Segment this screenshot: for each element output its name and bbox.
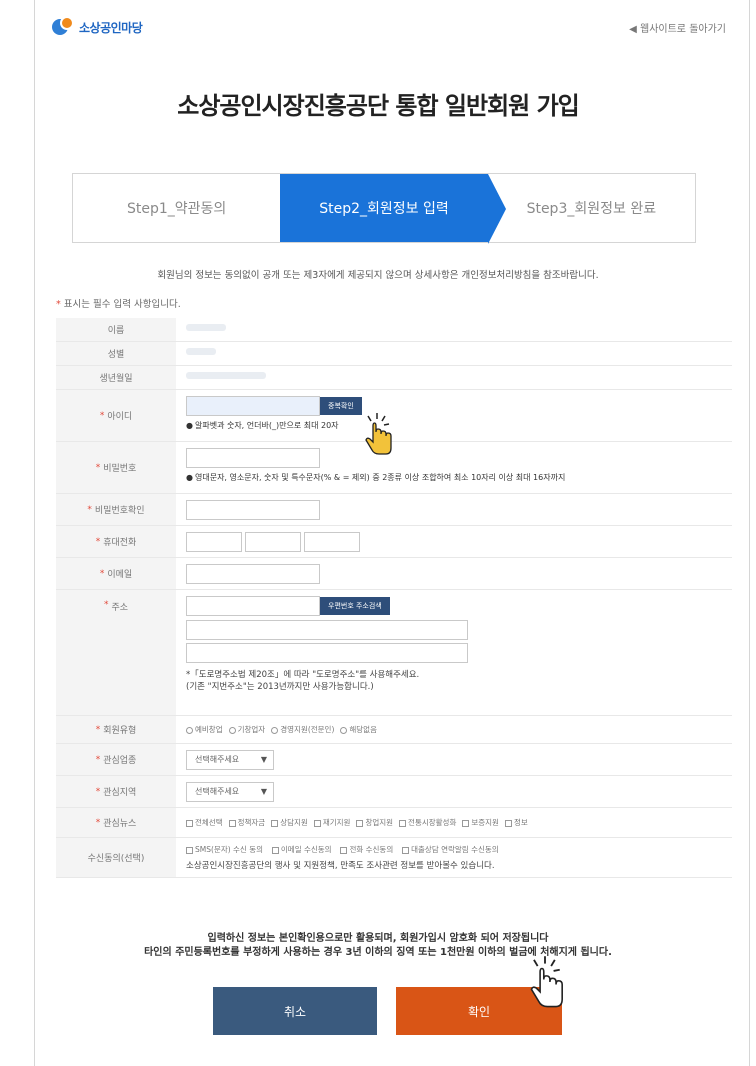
password-confirm-input[interactable] (186, 500, 320, 520)
password-input[interactable] (186, 448, 320, 468)
row-gender: 성별 (56, 342, 732, 366)
interest-news-option[interactable]: 창업지원 (356, 817, 393, 828)
postcode-input[interactable] (186, 596, 320, 616)
phone-label: * 휴대전화 (56, 526, 176, 557)
address-label: * 주소 (56, 590, 176, 715)
interest-news-option[interactable]: 상담지원 (271, 817, 308, 828)
id-label: * 아이디 (56, 390, 176, 441)
birth-label: 생년월일 (56, 366, 176, 389)
page-title: 소상공인시장진흥공단 통합 일반회원 가입 (177, 92, 580, 120)
phone-input-3[interactable] (303, 532, 360, 552)
row-id: * 아이디 중복확인 ● 알파벳과 숫자, 언더바(_)만으로 최대 20자 (56, 390, 732, 442)
member-type-option[interactable]: 기창업자 (228, 724, 265, 735)
row-password-confirm: * 비밀번호확인 (56, 494, 732, 526)
consent-option[interactable]: 전화 수신동의 (340, 844, 393, 855)
cancel-button[interactable]: 취소 (213, 987, 377, 1035)
gender-value (186, 348, 216, 355)
step-complete: Step3_회원정보 완료 (526, 201, 657, 217)
row-interest-field: * 관심업종 선택해주세요 ▼ (56, 744, 732, 776)
row-birth: 생년월일 (56, 366, 732, 390)
phone-input-1[interactable] (186, 532, 242, 552)
interest-news-option[interactable]: 정보 (504, 817, 528, 828)
member-type-option[interactable]: 해당없음 (340, 724, 377, 735)
member-type-option[interactable]: 경영지원(전문인) (271, 724, 334, 735)
interest-field-label: * 관심업종 (56, 744, 176, 775)
logo-text: 소상공인마당 (79, 20, 143, 35)
bottom-notice: 입력하신 정보는 본인확인용으로만 활용되며, 회원가입시 암호화 되어 저장됩… (144, 933, 612, 958)
signup-form: 이름 성별 생년월일 * 아이디 중복확인 ● 알파벳과 숫자, 언더바(_)만으로… (56, 318, 732, 878)
interest-region-select[interactable]: 선택해주세요 ▼ (186, 782, 274, 802)
email-label: * 이메일 (56, 558, 176, 589)
logo-icon (52, 16, 74, 38)
password-label: * 비밀번호 (56, 442, 176, 493)
interest-region-label: * 관심지역 (56, 776, 176, 807)
gender-label: 성별 (56, 342, 176, 365)
address-input-1[interactable] (186, 620, 468, 640)
password-hint: ● 영대문자, 영소문자, 숫자 및 특수문자(% & = 제외) 중 2종류 이… (186, 473, 566, 482)
privacy-notice: 회원님의 정보는 동의없이 공개 또는 제3자에게 제공되지 않으며 상세사항은… (157, 270, 599, 281)
interest-news-option[interactable]: 전통시장활성화 (399, 817, 456, 828)
chevron-down-icon: ▼ (260, 787, 267, 796)
member-type-option[interactable]: 예비창업 (186, 724, 223, 735)
phone-input-2[interactable] (244, 532, 301, 552)
address-input-2[interactable] (186, 643, 468, 663)
id-input[interactable] (186, 396, 320, 416)
password-confirm-label: * 비밀번호확인 (56, 494, 176, 525)
consent-option[interactable]: SMS(문자) 수신 동의 (186, 844, 263, 855)
address-note: *「도로명주소법 제20조」에 따라 "도로명주소"를 사용해주세요. (기존 … (186, 670, 420, 692)
step-terms: Step1_약관동의 (127, 201, 227, 217)
interest-news-option[interactable]: 정책자금 (228, 817, 265, 828)
name-label: 이름 (56, 318, 176, 341)
email-input[interactable] (186, 564, 320, 584)
member-type-label: * 회원유형 (56, 716, 176, 743)
address-search-button[interactable]: 우편번호 주소검색 (320, 597, 390, 615)
interest-news-label: * 관심뉴스 (56, 808, 176, 837)
consent-label: 수신동의(선택) (56, 838, 176, 877)
consent-option[interactable]: 이메일 수신동의 (271, 844, 332, 855)
row-member-type: * 회원유형 예비창업 기창업자 경영지원(전문인) 해당없음 (56, 716, 732, 744)
site-logo[interactable]: 소상공인마당 (52, 16, 143, 38)
birth-value (186, 372, 266, 379)
interest-field-select[interactable]: 선택해주세요 ▼ (186, 750, 274, 770)
signup-steps: Step1_약관동의 Step2_회원정보 입력 Step3_회원정보 완료 (72, 173, 696, 244)
name-value (186, 324, 226, 331)
row-interest-news: * 관심뉴스 전체선택 정책자금 상담지원 재기지원 창업지원 전통시장활성화 보… (56, 808, 732, 838)
row-phone: * 휴대전화 (56, 526, 732, 558)
hand-cursor-icon (530, 956, 563, 1008)
row-address: * 주소 우편번호 주소검색 *「도로명주소법 제20조」에 따라 "도로명주소"… (56, 590, 732, 716)
id-check-button[interactable]: 중복확인 (320, 397, 362, 415)
interest-news-option[interactable]: 보증지원 (462, 817, 499, 828)
interest-news-option[interactable]: 재기지원 (313, 817, 350, 828)
row-name: 이름 (56, 318, 732, 342)
required-note: * 표시는 필수 입력 사항입니다. (56, 299, 181, 310)
id-hint: ● 알파벳과 숫자, 언더바(_)만으로 최대 20자 (186, 421, 339, 430)
back-to-website-link[interactable]: ◀ 웹사이트로 돌아가기 (629, 20, 726, 35)
step-member-info: Step2_회원정보 입력 (280, 174, 507, 244)
consent-description: 소상공인시장진흥공단의 행사 및 지원정책, 만족도 조사관련 정보를 받아볼수… (186, 861, 495, 871)
hand-cursor-icon (365, 413, 392, 455)
interest-news-option[interactable]: 전체선택 (186, 817, 223, 828)
chevron-down-icon: ▼ (260, 755, 267, 764)
row-consent: 수신동의(선택) SMS(문자) 수신 동의 이메일 수신동의 전화 수신동의 … (56, 838, 732, 878)
row-password: * 비밀번호 ● 영대문자, 영소문자, 숫자 및 특수문자(% & = 제외) 중… (56, 442, 732, 494)
consent-option[interactable]: 대출상담 연락알림 수신동의 (402, 844, 499, 855)
row-interest-region: * 관심지역 선택해주세요 ▼ (56, 776, 732, 808)
row-email: * 이메일 (56, 558, 732, 590)
